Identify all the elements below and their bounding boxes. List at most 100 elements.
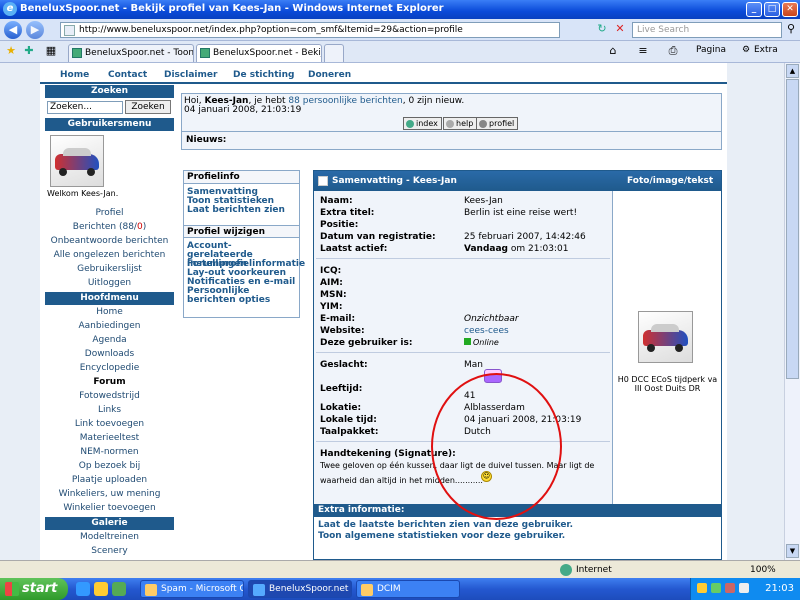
folder-icon (361, 584, 373, 596)
sidebar-item-plaatje-uploaden[interactable]: Plaatje uploaden (45, 475, 174, 485)
search-input[interactable]: Live Search (632, 22, 782, 38)
quicklaunch-ie-icon[interactable] (76, 582, 90, 596)
scroll-up-icon[interactable]: ▲ (786, 64, 799, 78)
print-icon[interactable]: ⎙ (666, 44, 680, 58)
tray-icon[interactable] (711, 583, 721, 593)
page-icon (64, 25, 75, 36)
index-label: index (416, 119, 438, 128)
tray-icon[interactable] (697, 583, 707, 593)
maximize-button[interactable]: □ (764, 2, 780, 17)
vertical-scrollbar[interactable]: ▲ ▼ (784, 63, 800, 560)
user-info-box: Hoi, Kees-Jan, je hebt 88 persoonlijke b… (181, 93, 722, 150)
sidebar-search-input[interactable]: Zoeken... (47, 101, 123, 114)
news-label: Nieuws: (186, 135, 227, 145)
avatar (50, 135, 104, 187)
sidebar-item-scenery[interactable]: Scenery (45, 546, 174, 556)
help-label: help (456, 119, 474, 128)
tray-icon[interactable] (725, 583, 735, 593)
sidebar-item-aanbiedingen[interactable]: Aanbiedingen (45, 321, 174, 331)
feeds-icon[interactable]: ≡ (636, 44, 650, 58)
extra-menu[interactable]: Extra (754, 45, 778, 55)
quicklaunch-outlook-icon[interactable] (94, 582, 108, 596)
sidebar-item-unanswered[interactable]: Onbeantwoorde berichten (45, 236, 174, 246)
address-input[interactable]: http://www.beneluxspoor.net/index.php?op… (60, 22, 560, 38)
link-pm-options[interactable]: Persoonlijke berichten opties (187, 287, 297, 305)
user-menu-heading: Gebruikersmenu (45, 118, 174, 131)
search-magnifier-icon[interactable]: ⚲ (784, 22, 798, 36)
zoom-level[interactable]: 100% (750, 565, 776, 575)
sidebar-item-winkelier-toevoegen[interactable]: Winkelier toevoegen (45, 503, 174, 513)
sidebar-item-encyclopedie[interactable]: Encyclopedie (45, 363, 174, 373)
quicklaunch-desktop-icon[interactable] (112, 582, 126, 596)
forward-arrow-icon[interactable]: ▶ (26, 21, 44, 39)
nav-doneren[interactable]: Doneren (308, 70, 351, 80)
summary-header: Samenvatting - Kees-Jan Foto/image/tekst (314, 171, 721, 191)
sidebar-item-berichten[interactable]: Berichten (88/0) (45, 222, 174, 232)
nav-contact[interactable]: Contact (108, 70, 147, 80)
link-show-posts[interactable]: Laat berichten zien (187, 206, 297, 215)
taskbar: start Spam - Microsoft Outl... BeneluxSp… (0, 578, 800, 600)
link-general-stats[interactable]: Toon algemene statistieken voor deze geb… (318, 531, 565, 541)
sidebar-item-agenda[interactable]: Agenda (45, 335, 174, 345)
pm-link[interactable]: 88 persoonlijke berichten (288, 96, 402, 106)
sidebar-item-unread[interactable]: Alle ongelezen berichten (45, 250, 174, 260)
address-toolbar: ◀ ▶ http://www.beneluxspoor.net/index.ph… (0, 19, 800, 41)
nav-stichting[interactable]: De stichting (233, 70, 294, 80)
window-titlebar[interactable]: e BeneluxSpoor.net - Bekijk profiel van … (0, 0, 800, 19)
sidebar-item-materieeltest[interactable]: Materieeltest (45, 433, 174, 443)
stop-icon[interactable]: ✕ (613, 22, 627, 36)
sidebar-item-nem-normen[interactable]: NEM-normen (45, 447, 174, 457)
tab-profile-stats[interactable]: BeneluxSpoor.net - Toon hie... (68, 44, 194, 62)
sidebar-item-memberlist[interactable]: Gebruikerslijst (45, 264, 174, 274)
clock[interactable]: 21:03 (765, 583, 794, 594)
task-outlook[interactable]: Spam - Microsoft Outl... (140, 580, 244, 598)
nav-disclaimer[interactable]: Disclaimer (164, 70, 217, 80)
field-value: Onzichtbaar (464, 314, 519, 324)
website-link[interactable]: cees-cees (464, 326, 509, 336)
active-time: om 21:03:01 (508, 244, 569, 254)
sidebar-search-button[interactable]: Zoeken (125, 100, 171, 114)
sidebar-item-downloads[interactable]: Downloads (45, 349, 174, 359)
sidebar-item-home[interactable]: Home (45, 307, 174, 317)
photo-panel: H0 DCC ECoS tijdperk va III Oost Duits D… (612, 191, 721, 504)
favorites-star-icon[interactable]: ★ (4, 44, 18, 58)
close-button[interactable]: ✕ (782, 2, 798, 17)
sidebar-item-profiel[interactable]: Profiel (45, 208, 174, 218)
task-browser[interactable]: BeneluxSpoor.net - B... (248, 580, 352, 598)
scroll-down-icon[interactable]: ▼ (786, 544, 799, 558)
help-button[interactable]: help (443, 117, 478, 130)
minimize-button[interactable]: _ (746, 2, 762, 17)
profile-photo (638, 311, 693, 363)
back-arrow-icon[interactable]: ◀ (4, 21, 22, 39)
start-button[interactable]: start (0, 578, 68, 600)
field-divider (316, 352, 610, 353)
sidebar-item-winkeliers-mening[interactable]: Winkeliers, uw mening (45, 489, 174, 499)
refresh-icon[interactable]: ↻ (595, 22, 609, 36)
field-label: Positie: (320, 220, 359, 230)
sidebar-item-modeltreinen[interactable]: Modeltreinen (45, 532, 174, 542)
tab-list-icon[interactable]: ▦ (44, 44, 58, 58)
home-icon[interactable]: ⌂ (606, 44, 620, 58)
new-tab-button[interactable] (324, 44, 344, 62)
online-icon (464, 338, 471, 345)
add-favorite-icon[interactable]: ✚ (22, 44, 36, 58)
tab-profile-view[interactable]: BeneluxSpoor.net - Bekijk... (196, 44, 322, 62)
profiel-button[interactable]: profiel (476, 117, 519, 130)
task-dcim[interactable]: DCIM (356, 580, 460, 598)
field-label: Naam: (320, 196, 353, 206)
sidebar-item-op-bezoek[interactable]: Op bezoek bij (45, 461, 174, 471)
sidebar-item-fotowedstrijd[interactable]: Fotowedstrijd (45, 391, 174, 401)
tray-icon[interactable] (739, 583, 749, 593)
sidebar-item-forum[interactable]: Forum (45, 377, 174, 387)
nav-home[interactable]: Home (60, 70, 89, 80)
outlook-icon (145, 584, 157, 596)
scroll-thumb[interactable] (786, 79, 799, 379)
sidebar-item-link-toevoegen[interactable]: Link toevoegen (45, 419, 174, 429)
gear-icon[interactable]: ⚙ (742, 45, 750, 55)
sidebar-item-links[interactable]: Links (45, 405, 174, 415)
profile-card-icon (318, 176, 328, 186)
link-latest-posts[interactable]: Laat de laatste berichten zien van deze … (318, 520, 573, 530)
page-menu[interactable]: Pagina (696, 45, 726, 55)
sidebar-item-logout[interactable]: Uitloggen (45, 278, 174, 288)
index-button[interactable]: index (403, 117, 442, 130)
